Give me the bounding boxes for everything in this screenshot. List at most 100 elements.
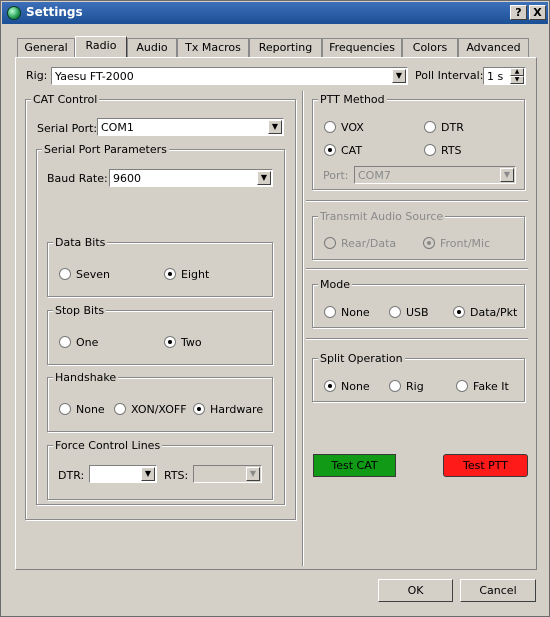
handshake-hardware-label[interactable]: Hardware: [210, 403, 263, 416]
mode-data-pkt-label[interactable]: Data/Pkt: [470, 306, 517, 319]
mode-data-pkt-radio[interactable]: [453, 306, 465, 318]
ptt-method-title: PTT Method: [318, 93, 387, 106]
chevron-down-icon[interactable]: ▼: [141, 467, 155, 481]
mode-title: Mode: [318, 278, 352, 291]
split-fake-it-radio[interactable]: [456, 380, 468, 392]
tab-radio[interactable]: Radio: [75, 36, 127, 57]
ptt-cat-label[interactable]: CAT: [341, 144, 362, 157]
data-bits-seven-label[interactable]: Seven: [76, 268, 110, 281]
baud-rate-label: Baud Rate:: [47, 172, 108, 185]
ptt-port-select[interactable]: COM7 ▼: [354, 166, 516, 184]
stop-bits-two-radio[interactable]: [164, 336, 176, 348]
data-bits-eight-label[interactable]: Eight: [181, 268, 209, 281]
rig-label: Rig:: [26, 69, 48, 82]
ptt-vox-radio[interactable]: [324, 121, 336, 133]
settings-window: Settings ? X General Radio Audio Tx Macr…: [0, 0, 550, 617]
ptt-dtr-label[interactable]: DTR: [441, 121, 464, 134]
handshake-none-label[interactable]: None: [76, 403, 105, 416]
stop-bits-group: Stop Bits One Two: [47, 304, 273, 365]
tab-advanced[interactable]: Advanced: [458, 38, 529, 57]
split-rig-radio[interactable]: [389, 380, 401, 392]
poll-interval-spinner[interactable]: 1 s ▲ ▼: [483, 67, 526, 85]
data-bits-group: Data Bits Seven Eight: [47, 236, 273, 297]
rig-select[interactable]: Yaesu FT-2000 ▼: [51, 67, 408, 85]
cat-control-title: CAT Control: [31, 93, 100, 106]
handshake-xonxoff-label[interactable]: XON/XOFF: [131, 403, 187, 416]
split-none-label[interactable]: None: [341, 380, 370, 393]
radio-tab-panel: Rig: Yaesu FT-2000 ▼ Poll Interval: 1 s …: [15, 57, 537, 570]
baud-rate-value: 9600: [113, 172, 141, 185]
stop-bits-two-label[interactable]: Two: [181, 336, 202, 349]
chevron-down-icon[interactable]: ▼: [500, 168, 514, 182]
tab-colors[interactable]: Colors: [402, 38, 458, 57]
handshake-none-radio[interactable]: [59, 403, 71, 415]
spin-down-icon[interactable]: ▼: [510, 76, 524, 84]
poll-interval-label: Poll Interval:: [415, 69, 484, 82]
cancel-button[interactable]: Cancel: [460, 579, 536, 602]
ptt-method-group: PTT Method VOX DTR CAT RTS Port: COM7 ▼: [312, 93, 525, 190]
vertical-divider: [302, 91, 304, 566]
tx-audio-title: Transmit Audio Source: [318, 210, 446, 223]
ptt-vox-label[interactable]: VOX: [341, 121, 364, 134]
split-none-radio[interactable]: [324, 380, 336, 392]
stop-bits-title: Stop Bits: [53, 304, 107, 317]
ptt-rts-label[interactable]: RTS: [441, 144, 462, 157]
tab-tx-macros[interactable]: Tx Macros: [177, 38, 249, 57]
mode-none-radio[interactable]: [324, 306, 336, 318]
chevron-down-icon[interactable]: ▼: [268, 120, 282, 134]
stop-bits-one-radio[interactable]: [59, 336, 71, 348]
tx-audio-front-radio[interactable]: [423, 237, 435, 249]
tab-frequencies[interactable]: Frequencies: [322, 38, 402, 57]
handshake-title: Handshake: [53, 371, 119, 384]
tx-audio-rear-radio[interactable]: [324, 237, 336, 249]
serial-port-value: COM1: [101, 121, 134, 134]
ptt-dtr-radio[interactable]: [424, 121, 436, 133]
dtr-select[interactable]: ▼: [89, 465, 157, 483]
test-ptt-button[interactable]: Test PTT: [443, 454, 528, 477]
ptt-rts-radio[interactable]: [424, 144, 436, 156]
ptt-port-value: COM7: [358, 169, 391, 182]
split-rig-label[interactable]: Rig: [406, 380, 424, 393]
force-control-lines-group: Force Control Lines DTR: ▼ RTS: ▼: [47, 439, 273, 500]
chevron-down-icon[interactable]: ▼: [392, 69, 406, 83]
mode-usb-label[interactable]: USB: [406, 306, 429, 319]
title-bar[interactable]: Settings ? X: [2, 2, 548, 24]
cat-control-group: CAT Control Serial Port: COM1 ▼ Serial P…: [25, 93, 296, 520]
poll-interval-value: 1 s: [487, 70, 504, 83]
divider: [306, 338, 528, 340]
stop-bits-one-label[interactable]: One: [76, 336, 98, 349]
close-button[interactable]: X: [529, 5, 546, 20]
chevron-down-icon[interactable]: ▼: [257, 171, 271, 185]
split-fake-it-label[interactable]: Fake It: [473, 380, 509, 393]
help-button[interactable]: ?: [510, 5, 527, 20]
tx-audio-front-label[interactable]: Front/Mic: [440, 237, 490, 250]
data-bits-seven-radio[interactable]: [59, 268, 71, 280]
rts-select[interactable]: ▼: [193, 465, 262, 483]
tab-general[interactable]: General: [17, 38, 75, 57]
handshake-xonxoff-radio[interactable]: [114, 403, 126, 415]
mode-usb-radio[interactable]: [389, 306, 401, 318]
ok-button[interactable]: OK: [378, 579, 453, 602]
app-globe-icon: [7, 6, 21, 20]
baud-rate-select[interactable]: 9600 ▼: [109, 169, 273, 187]
serial-params-title: Serial Port Parameters: [42, 143, 169, 156]
force-lines-title: Force Control Lines: [53, 439, 163, 452]
split-operation-group: Split Operation None Rig Fake It: [312, 352, 525, 402]
dtr-label: DTR:: [58, 469, 85, 482]
divider: [306, 200, 528, 202]
data-bits-eight-radio[interactable]: [164, 268, 176, 280]
rts-label: RTS:: [164, 469, 189, 482]
mode-group: Mode None USB Data/Pkt: [312, 278, 525, 328]
handshake-group: Handshake None XON/XOFF Hardware: [47, 371, 273, 432]
split-title: Split Operation: [318, 352, 405, 365]
tab-reporting[interactable]: Reporting: [249, 38, 322, 57]
chevron-down-icon[interactable]: ▼: [246, 467, 260, 481]
ptt-cat-radio[interactable]: [324, 144, 336, 156]
handshake-hardware-radio[interactable]: [193, 403, 205, 415]
tx-audio-rear-label[interactable]: Rear/Data: [341, 237, 396, 250]
spin-up-icon[interactable]: ▲: [510, 68, 524, 76]
test-cat-button[interactable]: Test CAT: [313, 454, 396, 477]
serial-port-select[interactable]: COM1 ▼: [97, 118, 284, 136]
tab-audio[interactable]: Audio: [127, 38, 177, 57]
mode-none-label[interactable]: None: [341, 306, 370, 319]
